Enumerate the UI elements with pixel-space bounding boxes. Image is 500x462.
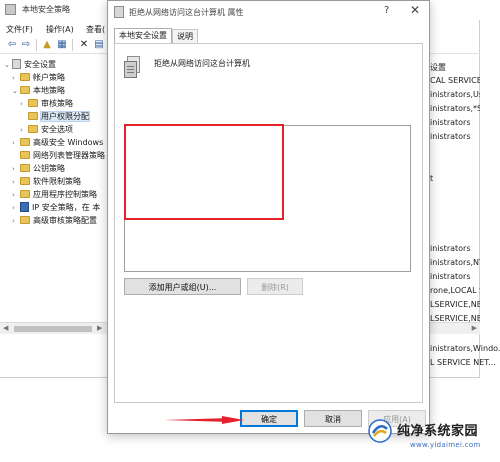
folder-icon: [20, 73, 30, 81]
tab-panel-local-security-setting: 拒绝从网络访问这台计算机 添加用户或组(U)... 删除(R): [114, 43, 423, 403]
watermark-brand: 纯净系统家园: [397, 424, 479, 439]
list-item[interactable]: inistrators: [430, 272, 471, 281]
list-item[interactable]: rone,LOCAL SERVI...: [430, 286, 480, 295]
list-horizontal-scrollbar[interactable]: ▶: [430, 322, 480, 334]
add-user-or-group-button[interactable]: 添加用户或组(U)...: [124, 278, 241, 295]
folder-icon: [20, 216, 30, 224]
ok-button[interactable]: 确定: [240, 410, 298, 427]
show-tree-icon[interactable]: ▦: [56, 39, 68, 51]
delete-icon[interactable]: ✕: [78, 39, 90, 51]
folder-icon: [20, 190, 30, 198]
tree-item-security-settings[interactable]: ⌄ 安全设置: [4, 58, 56, 71]
folder-icon: [20, 138, 30, 146]
scroll-left-icon[interactable]: ◀: [3, 324, 8, 332]
folder-icon: [20, 177, 30, 185]
console-tree: ⌄ 安全设置 › 帐户策略 ⌄ 本地策略 › 审核策略 用户权限分配 › 安全选项 › 高级…: [0, 56, 107, 320]
folder-icon: [28, 125, 38, 133]
folder-icon: [28, 99, 38, 107]
scrollbar-thumb[interactable]: [14, 326, 92, 332]
menu-file[interactable]: 文件(F): [6, 24, 33, 35]
cancel-button[interactable]: 取消: [304, 410, 362, 427]
security-settings-icon: [12, 59, 21, 69]
policy-settings-column: 设置 CAL SERVICE,Admi... inistrators,Users…: [430, 56, 480, 336]
remove-button: 删除(R): [247, 278, 303, 295]
chevron-down-icon[interactable]: ⌄: [12, 85, 20, 98]
toolbar-separator: [36, 39, 37, 51]
list-item[interactable]: LSERVICE,NET...: [430, 300, 480, 309]
tree-item-audit-policy[interactable]: › 审核策略: [20, 97, 73, 110]
menu-view[interactable]: 查看(: [86, 24, 105, 35]
tree-item-software-restriction[interactable]: › 软件限制策略: [12, 175, 81, 188]
list-item[interactable]: L SERVICE NET...: [430, 358, 496, 367]
properties-icon[interactable]: ▤: [93, 39, 105, 51]
main-window-title: 本地安全策略: [22, 5, 70, 14]
tree-item-user-rights-assignment[interactable]: 用户权限分配: [20, 110, 90, 123]
toolbar-separator: [72, 39, 73, 51]
list-item[interactable]: inistrators,NT SE...: [430, 258, 480, 267]
tree-item-network-list-manager[interactable]: 网络列表管理器策略: [12, 149, 105, 162]
chevron-down-icon[interactable]: ⌄: [4, 59, 12, 72]
tab-local-security-setting[interactable]: 本地安全设置: [114, 28, 172, 44]
folder-icon: [20, 86, 30, 94]
tree-item-app-control[interactable]: › 应用程序控制策略: [12, 188, 97, 201]
scroll-right-icon[interactable]: ▶: [97, 324, 102, 332]
brand-logo-icon: [368, 419, 392, 443]
tree-item-windows-firewall[interactable]: › 高级安全 Windows: [12, 136, 103, 149]
close-button[interactable]: ✕: [410, 3, 420, 17]
tree-horizontal-scrollbar[interactable]: ◀ ▶: [0, 322, 107, 334]
pointer-arrow-icon: [164, 416, 244, 424]
list-item[interactable]: inistrators,Windo...: [430, 344, 500, 353]
tree-item-public-key-policies[interactable]: › 公钥策略: [12, 162, 65, 175]
policy-icon: [114, 6, 124, 18]
folder-icon: [20, 164, 30, 172]
ip-security-icon: [20, 202, 29, 212]
folder-icon: [28, 112, 38, 120]
tree-item-local-policies[interactable]: ⌄ 本地策略: [12, 84, 65, 97]
tree-item-ip-security[interactable]: › IP 安全策略，在 本: [12, 201, 100, 214]
help-button[interactable]: ?: [384, 5, 389, 16]
list-item[interactable]: inistrators: [430, 118, 471, 127]
tree-item-security-options[interactable]: › 安全选项: [20, 123, 73, 136]
watermark-url: www.yidaimei.com: [410, 441, 481, 449]
back-arrow-icon[interactable]: ⇦: [6, 39, 18, 51]
dialog-title: 拒绝从网络访问这台计算机 属性: [129, 8, 244, 17]
tab-explain[interactable]: 说明: [172, 29, 198, 43]
policy-name-label: 拒绝从网络访问这台计算机: [154, 59, 250, 68]
list-item[interactable]: inistrators,Users,*...: [430, 90, 480, 99]
app-icon: [5, 4, 16, 15]
up-folder-icon[interactable]: ▲: [41, 39, 53, 51]
list-item: 设置: [430, 63, 446, 72]
list-item[interactable]: inistrators: [430, 244, 471, 253]
list-item[interactable]: t: [430, 174, 433, 183]
list-item[interactable]: inistrators: [430, 132, 471, 141]
tree-item-account-policies[interactable]: › 帐户策略: [12, 71, 65, 84]
chevron-right-icon[interactable]: ›: [12, 215, 20, 228]
folder-icon: [20, 151, 30, 159]
highlight-box: [124, 124, 284, 220]
list-item[interactable]: CAL SERVICE,Admi...: [430, 76, 480, 85]
tree-item-advanced-audit[interactable]: › 高级审核策略配置: [12, 214, 97, 227]
menu-action[interactable]: 操作(A): [46, 24, 74, 35]
list-item[interactable]: inistrators,*S-1-5-...: [430, 104, 480, 113]
policy-document-icon: [124, 56, 141, 78]
dialog-titlebar[interactable]: 拒绝从网络访问这台计算机 属性 ? ✕: [108, 1, 429, 23]
forward-arrow-icon[interactable]: ⇨: [20, 39, 32, 51]
scroll-right-icon[interactable]: ▶: [472, 324, 477, 332]
